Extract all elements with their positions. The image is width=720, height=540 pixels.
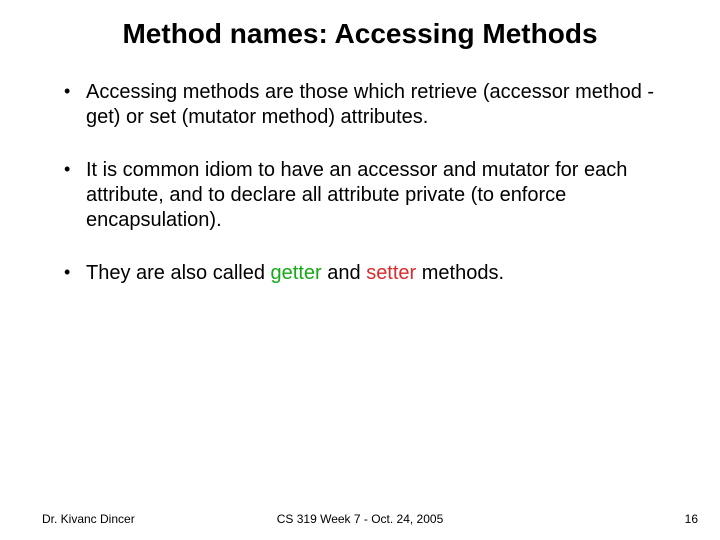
slide-title: Method names: Accessing Methods: [0, 18, 720, 50]
bullet-text-and: and: [322, 262, 366, 284]
bullet-item: Accessing methods are those which retrie…: [60, 80, 670, 130]
footer-course: CS 319 Week 7 - Oct. 24, 2005: [0, 512, 720, 526]
bullet-item: They are also called getter and setter m…: [60, 261, 670, 286]
bullet-text: Accessing methods are those which retrie…: [86, 81, 654, 128]
bullet-text: It is common idiom to have an accessor a…: [86, 159, 627, 231]
bullet-text-pre: They are also called: [86, 262, 271, 284]
bullet-list: Accessing methods are those which retrie…: [60, 80, 670, 286]
bullet-text-post: methods.: [416, 262, 504, 284]
setter-word: setter: [366, 262, 416, 284]
slide-body: Accessing methods are those which retrie…: [60, 80, 670, 314]
slide: Method names: Accessing Methods Accessin…: [0, 0, 720, 540]
getter-word: getter: [271, 262, 322, 284]
footer-page-number: 16: [685, 512, 698, 526]
bullet-item: It is common idiom to have an accessor a…: [60, 158, 670, 233]
